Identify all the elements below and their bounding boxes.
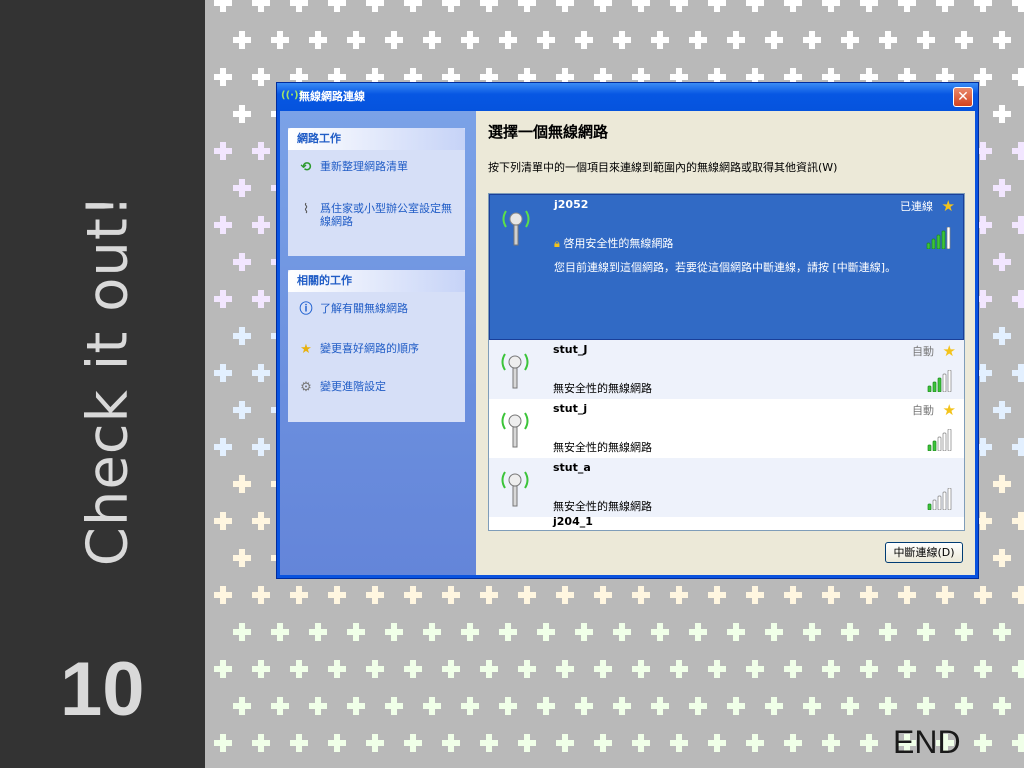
signal-bar: [927, 503, 932, 510]
signal-bar: [942, 491, 947, 510]
network-name: stut_a: [553, 461, 591, 474]
info-icon: ⓘ: [299, 302, 313, 317]
network-status: 自動: [912, 404, 934, 417]
network-status: 自動: [912, 345, 934, 358]
end-label: END: [893, 724, 961, 760]
star-icon: ★: [300, 342, 312, 357]
refresh-icon: ⟲: [300, 160, 312, 175]
signal-strength-icon: [927, 429, 952, 451]
main-description: 按下列清單中的一個項目來連線到範圍內的無線網路或取得其他資訊(W): [488, 161, 838, 174]
signal-bar: [927, 444, 932, 451]
signal-bar: [942, 373, 947, 392]
signal-bar: [947, 429, 952, 451]
learn-wireless-label: 了解有關無線網路: [320, 302, 408, 315]
network-name: stut_J: [553, 343, 588, 356]
vertical-title: Check it out!: [75, 193, 141, 567]
network-security-label: 啓用安全性的無線網路: [563, 237, 674, 250]
preferred-star-icon: ★: [942, 342, 956, 360]
signal-bar: [947, 488, 952, 510]
signal-bar: [937, 377, 942, 392]
connection-message: 您目前連線到這個網路，若要從這個網路中斷連線，請按 [中斷連線]。: [554, 261, 897, 274]
signal-bar: [942, 432, 947, 451]
main-heading: 選擇一個無線網路: [488, 123, 609, 141]
antenna-icon: [501, 412, 529, 448]
signal-bar: [932, 499, 937, 510]
signal-bar: [937, 436, 942, 451]
network-name: j2052: [554, 198, 589, 211]
wireless-icon: ((·)): [281, 90, 304, 101]
network-item[interactable]: stut_a 無安全性的無線網路: [489, 458, 964, 517]
network-security-label: 無安全性的無線網路: [553, 382, 652, 395]
signal-bar: [927, 385, 932, 392]
change-order-label: 變更喜好網路的順序: [320, 342, 419, 355]
signal-bar: [947, 370, 952, 392]
network-item[interactable]: stut_j 自動 ★ 無安全性的無線網路: [489, 399, 964, 458]
network-tasks-heading[interactable]: 網路工作: [288, 128, 465, 150]
network-item[interactable]: stut_J 自動 ★ 無安全性的無線網路: [489, 340, 964, 399]
setup-wireless-link[interactable]: ⌇ 爲住家或小型辦公室設定無線網路: [298, 202, 454, 228]
signal-strength-icon: [926, 227, 951, 249]
advanced-settings-link[interactable]: ⚙ 變更進階設定: [298, 380, 454, 396]
wireless-connection-window: ((·)) 無線網路連線 ✕ 網路工作 ⟲ 重新整理網路清單 ⌇ 爲住家或小型辦公室…: [276, 82, 979, 579]
refresh-list-link[interactable]: ⟲ 重新整理網路清單: [298, 160, 454, 176]
slide-number: 10: [60, 647, 145, 732]
signal-bar: [941, 230, 946, 249]
signal-strength-icon: [927, 488, 952, 510]
signal-bar: [932, 381, 937, 392]
antenna-icon: [501, 471, 529, 507]
refresh-list-label: 重新整理網路清單: [320, 160, 408, 173]
close-button[interactable]: ✕: [953, 87, 973, 107]
task-pane: 網路工作 ⟲ 重新整理網路清單 ⌇ 爲住家或小型辦公室設定無線網路 相關的工作 ⓘ 了…: [280, 111, 476, 575]
main-content: 選擇一個無線網路 按下列清單中的一個項目來連線到範圍內的無線網路或取得其他資訊(…: [476, 111, 975, 575]
change-order-link[interactable]: ★ 變更喜好網路的順序: [298, 342, 454, 358]
settings-icon: ⚙: [300, 380, 312, 395]
related-tasks-panel: 相關的工作 ⓘ 了解有關無線網路 ★ 變更喜好網路的順序 ⚙ 變更進階設定: [288, 270, 465, 422]
network-security-label: 無安全性的無線網路: [553, 500, 652, 513]
signal-bar: [936, 234, 941, 249]
network-status: 已連線: [900, 200, 933, 213]
antenna-icon: [501, 353, 529, 389]
signal-bar: [946, 227, 951, 249]
related-tasks-heading[interactable]: 相關的工作: [288, 270, 465, 292]
lock-icon: 🔒︎: [554, 237, 560, 250]
window-client-area: 網路工作 ⟲ 重新整理網路清單 ⌇ 爲住家或小型辦公室設定無線網路 相關的工作 ⓘ 了…: [280, 111, 975, 575]
learn-wireless-link[interactable]: ⓘ 了解有關無線網路: [298, 302, 454, 318]
network-item[interactable]: j204_1: [489, 515, 964, 530]
network-list[interactable]: j2052 已連線 ★ 🔒︎ 啓用安全性的無線網路 您目前連線到這個網路，若要從…: [488, 193, 965, 531]
preferred-star-icon: ★: [941, 197, 955, 215]
disconnect-button[interactable]: 中斷連線(D): [885, 542, 963, 563]
signal-bar: [931, 238, 936, 249]
network-name: j204_1: [553, 515, 593, 528]
network-name: stut_j: [553, 402, 588, 415]
network-security-label: 無安全性的無線網路: [553, 441, 652, 454]
window-title: 無線網路連線: [299, 90, 365, 103]
signal-bar: [926, 242, 931, 249]
signal-strength-icon: [927, 370, 952, 392]
network-security: 🔒︎ 啓用安全性的無線網路: [554, 235, 673, 251]
signal-bar: [937, 495, 942, 510]
window-titlebar[interactable]: ((·)) 無線網路連線 ✕: [277, 83, 978, 111]
network-item[interactable]: j2052 已連線 ★ 🔒︎ 啓用安全性的無線網路 您目前連線到這個網路，若要從…: [489, 194, 964, 340]
signal-bar: [932, 440, 937, 451]
preferred-star-icon: ★: [942, 401, 956, 419]
setup-wireless-label: 爲住家或小型辦公室設定無線網路: [320, 202, 452, 228]
antenna-icon: [502, 210, 530, 246]
advanced-settings-label: 變更進階設定: [320, 380, 386, 393]
wizard-icon: ⌇: [302, 202, 310, 217]
network-tasks-panel: 網路工作 ⟲ 重新整理網路清單 ⌇ 爲住家或小型辦公室設定無線網路: [288, 128, 465, 256]
